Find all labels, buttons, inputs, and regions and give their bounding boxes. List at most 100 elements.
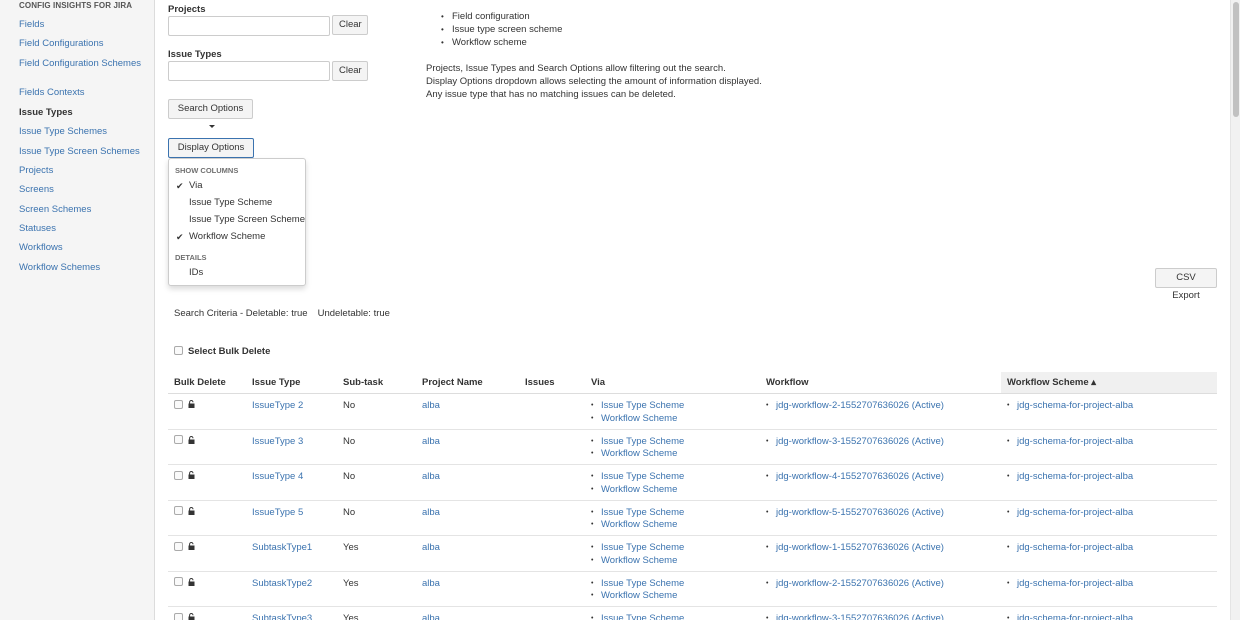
- bulk-delete-cell: [174, 612, 195, 620]
- search-criteria-undeletable: Undeletable: true: [317, 308, 390, 319]
- workflow-link[interactable]: jdg-workflow-2-1552707636026 (Active): [766, 578, 944, 591]
- issue-types-input[interactable]: [168, 61, 330, 81]
- check-icon: ✔: [176, 181, 184, 191]
- details-option-ids[interactable]: IDs: [169, 265, 305, 281]
- workflow-link[interactable]: jdg-workflow-3-1552707636026 (Active): [766, 436, 944, 449]
- column-option-via[interactable]: ✔ Via: [169, 178, 305, 194]
- via-link[interactable]: Workflow Scheme: [591, 555, 684, 568]
- sidebar-item-workflow-schemes[interactable]: Workflow Schemes: [19, 263, 144, 273]
- issue-type-link[interactable]: IssueType 2: [252, 400, 303, 413]
- workflow-list: jdg-workflow-2-1552707636026 (Active): [766, 400, 944, 413]
- header-issue-type[interactable]: Issue Type: [252, 377, 300, 388]
- via-link[interactable]: Workflow Scheme: [591, 484, 684, 497]
- issue-types-clear-button[interactable]: Clear: [332, 61, 368, 81]
- sidebar-item-statuses[interactable]: Statuses: [19, 224, 144, 234]
- display-options-button[interactable]: Display Options: [168, 138, 254, 167]
- workflow-scheme-link[interactable]: jdg-schema-for-project-alba: [1007, 613, 1133, 620]
- via-list: Issue Type SchemeWorkflow Scheme: [591, 542, 684, 567]
- row-checkbox[interactable]: [174, 541, 183, 551]
- header-subtask[interactable]: Sub-task: [343, 377, 383, 388]
- row-checkbox[interactable]: [174, 435, 183, 445]
- via-link[interactable]: Issue Type Scheme: [591, 542, 684, 555]
- display-options-label: Display Options: [177, 142, 245, 153]
- workflow-link[interactable]: jdg-workflow-4-1552707636026 (Active): [766, 471, 944, 484]
- project-link[interactable]: alba: [422, 400, 440, 413]
- table-row: IssueType 5 No alba Issue Type SchemeWorkfl…: [168, 501, 1217, 536]
- sidebar-item-issue-type-schemes[interactable]: Issue Type Schemes: [19, 127, 144, 137]
- issue-type-link[interactable]: SubtaskType3: [252, 613, 312, 620]
- vertical-scrollbar[interactable]: [1230, 0, 1240, 620]
- workflow-link[interactable]: jdg-workflow-2-1552707636026 (Active): [766, 400, 944, 413]
- sidebar-item-screens[interactable]: Screens: [19, 185, 144, 195]
- via-link[interactable]: Issue Type Scheme: [591, 471, 684, 484]
- sidebar-item-screen-schemes[interactable]: Screen Schemes: [19, 205, 144, 215]
- via-link[interactable]: Workflow Scheme: [591, 448, 684, 461]
- sidebar-item-fields[interactable]: Fields: [19, 20, 144, 30]
- via-link[interactable]: Issue Type Scheme: [591, 507, 684, 520]
- issue-type-link[interactable]: IssueType 4: [252, 471, 303, 484]
- option-label: IDs: [189, 267, 204, 278]
- display-options-dropdown: SHOW COLUMNS ✔ Via Issue Type Scheme Issu…: [168, 158, 306, 286]
- sidebar-item-field-configurations[interactable]: Field Configurations: [19, 39, 144, 49]
- search-options-button[interactable]: Search Options: [168, 99, 253, 128]
- bulk-delete-cell: [174, 435, 195, 448]
- via-link[interactable]: Issue Type Scheme: [591, 436, 684, 449]
- header-project-name[interactable]: Project Name: [422, 377, 483, 388]
- bulk-delete-cell: [174, 399, 195, 412]
- workflow-link[interactable]: jdg-workflow-1-1552707636026 (Active): [766, 542, 944, 555]
- workflow-scheme-link[interactable]: jdg-schema-for-project-alba: [1007, 507, 1133, 520]
- sidebar-item-fields-contexts[interactable]: Fields Contexts: [19, 88, 144, 98]
- row-checkbox[interactable]: [174, 506, 183, 516]
- sidebar-item-projects[interactable]: Projects: [19, 166, 144, 176]
- sidebar-item-field-configuration-schemes[interactable]: Field Configuration Schemes: [19, 59, 144, 69]
- via-link[interactable]: Issue Type Scheme: [591, 400, 684, 413]
- project-link[interactable]: alba: [422, 471, 440, 484]
- workflow-scheme-link[interactable]: jdg-schema-for-project-alba: [1007, 400, 1133, 413]
- workflow-scheme-link[interactable]: jdg-schema-for-project-alba: [1007, 578, 1133, 591]
- select-bulk-delete[interactable]: Select Bulk Delete: [174, 346, 270, 357]
- workflow-scheme-link[interactable]: jdg-schema-for-project-alba: [1007, 542, 1133, 555]
- select-bulk-delete-checkbox[interactable]: [174, 346, 183, 355]
- via-link[interactable]: Issue Type Scheme: [591, 578, 684, 591]
- sidebar-item-issue-types[interactable]: Issue Types: [19, 108, 144, 118]
- workflow-link[interactable]: jdg-workflow-5-1552707636026 (Active): [766, 507, 944, 520]
- sidebar-item-issue-type-screen-schemes[interactable]: Issue Type Screen Schemes: [19, 147, 144, 157]
- header-workflow[interactable]: Workflow: [766, 377, 809, 388]
- project-link[interactable]: alba: [422, 436, 440, 449]
- details-heading: DETAILS: [175, 253, 207, 262]
- row-checkbox[interactable]: [174, 612, 183, 620]
- via-link[interactable]: Workflow Scheme: [591, 590, 684, 603]
- column-option-workflow-scheme[interactable]: ✔ Workflow Scheme: [169, 229, 305, 245]
- row-checkbox[interactable]: [174, 470, 183, 480]
- via-link[interactable]: Issue Type Scheme: [591, 613, 684, 620]
- row-checkbox[interactable]: [174, 399, 183, 409]
- projects-clear-button[interactable]: Clear: [332, 15, 368, 35]
- subtask-value: Yes: [343, 577, 359, 589]
- scrollbar-thumb[interactable]: [1233, 2, 1239, 117]
- project-link[interactable]: alba: [422, 578, 440, 591]
- via-link[interactable]: Workflow Scheme: [591, 519, 684, 532]
- search-options-label: Search Options: [177, 103, 244, 114]
- workflow-scheme-link[interactable]: jdg-schema-for-project-alba: [1007, 436, 1133, 449]
- issue-type-link[interactable]: SubtaskType2: [252, 578, 312, 591]
- column-option-issue-type-screen-scheme[interactable]: Issue Type Screen Scheme: [169, 212, 305, 228]
- subtask-value: No: [343, 400, 356, 411]
- unlock-icon: [188, 578, 195, 586]
- sidebar-item-workflows[interactable]: Workflows: [19, 243, 144, 253]
- header-workflow-scheme[interactable]: Workflow Scheme ▴: [1001, 372, 1217, 393]
- issue-type-link[interactable]: SubtaskType1: [252, 542, 312, 555]
- workflow-link[interactable]: jdg-workflow-3-1552707636026 (Active): [766, 613, 944, 620]
- project-link[interactable]: alba: [422, 507, 440, 520]
- row-checkbox[interactable]: [174, 577, 183, 587]
- column-option-issue-type-scheme[interactable]: Issue Type Scheme: [169, 195, 305, 211]
- csv-export-button[interactable]: CSV Export: [1155, 268, 1217, 301]
- project-link[interactable]: alba: [422, 613, 440, 620]
- issue-type-link[interactable]: IssueType 5: [252, 507, 303, 520]
- workflow-scheme-link[interactable]: jdg-schema-for-project-alba: [1007, 471, 1133, 484]
- subtask-value: Yes: [343, 542, 359, 553]
- projects-input[interactable]: [168, 16, 330, 36]
- issue-type-link[interactable]: IssueType 3: [252, 436, 303, 449]
- project-link[interactable]: alba: [422, 542, 440, 555]
- via-link[interactable]: Workflow Scheme: [591, 413, 684, 426]
- header-issues[interactable]: Issues: [525, 377, 555, 388]
